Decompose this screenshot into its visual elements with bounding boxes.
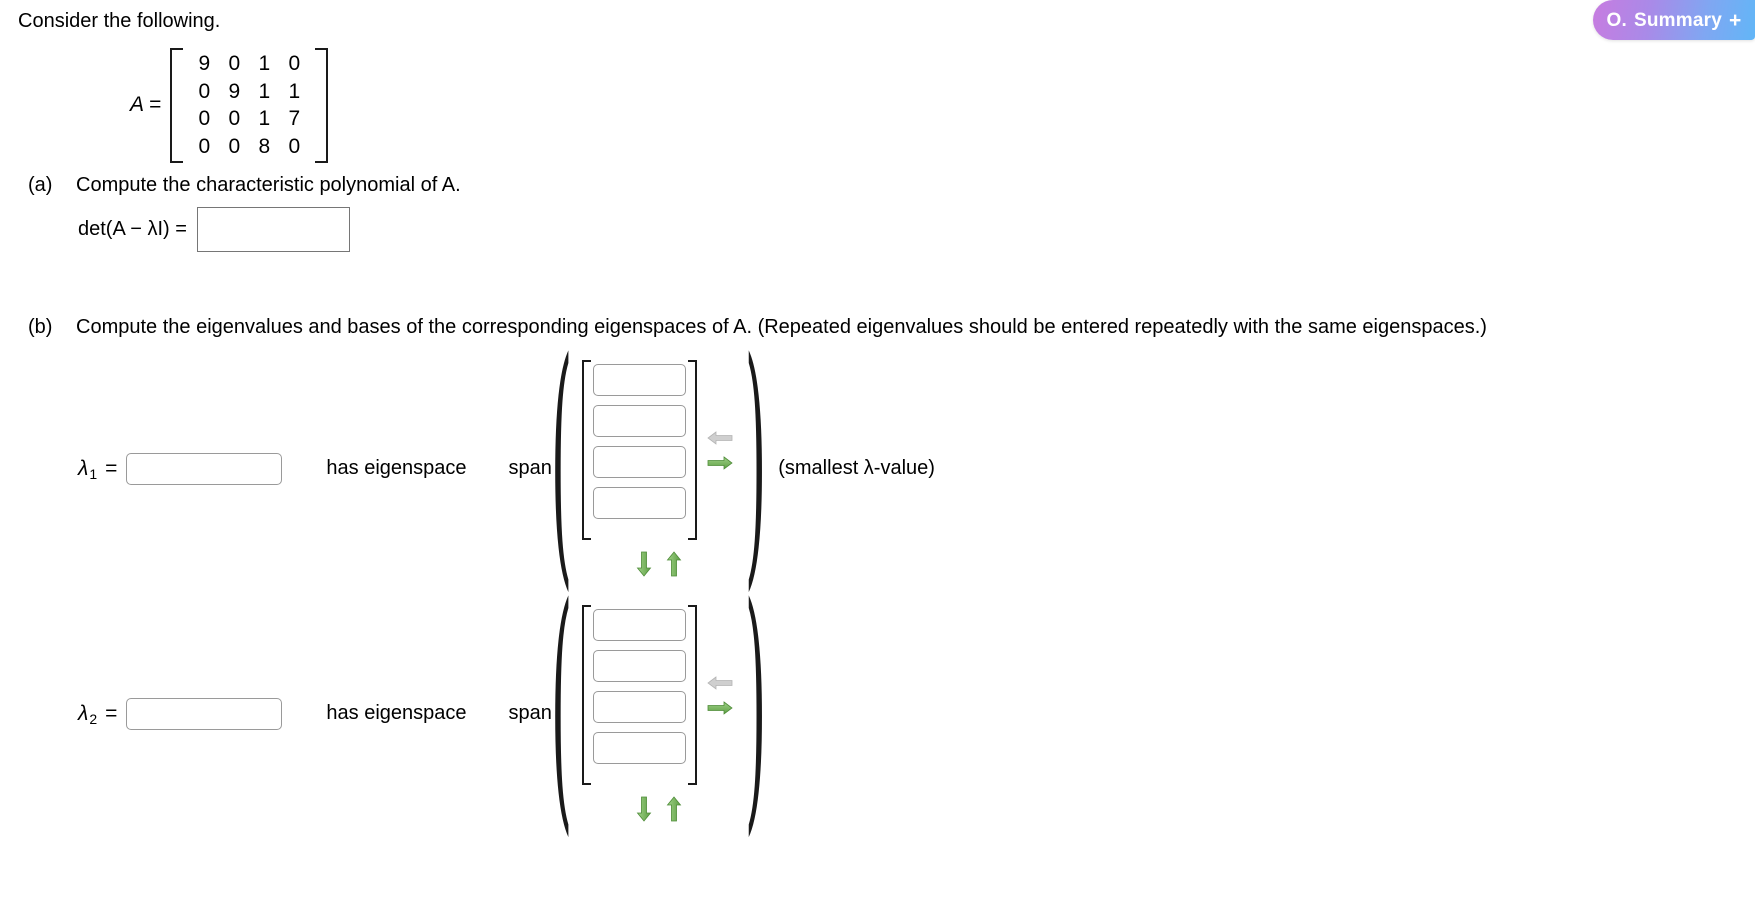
eigenvector-1-inner (582, 360, 733, 540)
det-label: det(A − λI) = (78, 218, 187, 240)
part-b-text: Compute the eigenvalues and bases of the… (76, 316, 1487, 338)
lambda-1-input[interactable] (126, 452, 283, 485)
arrow-left-icon[interactable] (707, 430, 733, 446)
matrix-row: 9 0 1 0 (189, 50, 309, 78)
matrix-cell: 0 (288, 52, 301, 75)
matrix-a: A = 9 0 1 0 0 9 1 1 0 0 1 7 0 0 8 0 (130, 48, 329, 163)
arrow-right-icon[interactable] (707, 455, 733, 471)
span-label-1: span (508, 457, 552, 479)
eigenvector-2-component-3[interactable] (593, 691, 687, 723)
summary-badge[interactable]: O. Summary + (1593, 0, 1755, 40)
summary-badge-label: Summary (1634, 9, 1722, 31)
matrix-cell: 0 (288, 135, 301, 159)
matrix-left-bracket (170, 48, 184, 163)
arrow-down-icon[interactable] (636, 551, 652, 577)
matrix-cell: 0 (198, 79, 211, 103)
matrix-cell: 1 (258, 79, 271, 103)
vector-2-bottom-arrows (636, 796, 682, 822)
arrow-left-icon[interactable] (707, 675, 733, 691)
vector-right-bracket-1 (688, 360, 698, 540)
eigenvector-2-component-4[interactable] (593, 732, 687, 764)
vector-left-bracket-1 (582, 360, 592, 540)
has-eigenspace-label-2: has eigenspace (326, 702, 467, 724)
arrow-down-icon[interactable] (636, 796, 652, 822)
vector-right-bracket-2 (688, 605, 698, 785)
vector-left-bracket-2 (582, 605, 592, 785)
matrix-rows: 9 0 1 0 0 9 1 1 0 0 1 7 0 0 8 0 (183, 48, 315, 163)
eigenvector-1-component-3[interactable] (593, 446, 687, 478)
vector-cells-2 (591, 605, 688, 785)
matrix-cell: 1 (258, 52, 271, 75)
summary-plus-icon: + (1729, 8, 1742, 32)
matrix-cell: 9 (228, 79, 241, 103)
eigenvector-2 (582, 605, 733, 822)
arrow-up-icon[interactable] (666, 551, 682, 577)
eigenvector-1-component-1[interactable] (593, 364, 687, 396)
matrix-cell: 9 (198, 52, 211, 75)
eigenvector-2-component-1[interactable] (593, 609, 687, 641)
matrix-row: 0 9 1 1 (189, 78, 309, 106)
lambda-2-label: λ 2 = (78, 701, 118, 727)
intro-text: Consider the following. (18, 10, 221, 32)
matrix-cell: 1 (288, 79, 301, 103)
matrix-right-bracket (315, 48, 329, 163)
vector-1-side-arrows (707, 360, 733, 540)
eigen-row-2: λ 2 = has eigenspace span () (78, 555, 767, 862)
part-a-label: (a) (28, 174, 53, 196)
eigenvector-2-component-2[interactable] (593, 650, 687, 682)
matrix-cell: 0 (198, 135, 211, 159)
eigenvector-2-inner (582, 605, 733, 785)
matrix-label: A = (130, 93, 162, 117)
det-answer-row: det(A − λI) = (78, 207, 350, 252)
matrix-row: 0 0 1 7 (189, 105, 309, 133)
arrow-up-icon[interactable] (666, 796, 682, 822)
det-answer-input[interactable] (196, 207, 350, 252)
matrix-cell: 1 (258, 107, 271, 131)
matrix-row: 0 0 8 0 (189, 133, 309, 161)
lambda-2-input[interactable] (126, 697, 283, 730)
has-eigenspace-label-1: has eigenspace (326, 457, 467, 479)
vector-1-bottom-arrows (636, 551, 682, 577)
matrix-cell: 0 (198, 107, 211, 131)
lambda-1-label: λ 1 = (78, 456, 118, 482)
eigenvector-1-component-2[interactable] (593, 405, 687, 437)
vector-2-side-arrows (707, 605, 733, 785)
matrix-cell: 7 (288, 107, 301, 131)
matrix-cell: 8 (258, 135, 271, 159)
arrow-right-icon[interactable] (707, 700, 733, 716)
span-label-2: span (508, 702, 552, 724)
eigen-row-1: λ 1 = has eigenspace span () (smallest … (78, 310, 935, 617)
matrix-cell: 0 (228, 52, 241, 75)
vector-cells-1 (591, 360, 688, 540)
eigenvector-1 (582, 360, 733, 577)
part-a-text: Compute the characteristic polynomial of… (76, 174, 461, 196)
matrix-cell: 0 (228, 135, 241, 159)
summary-sparkle-icon: O. (1606, 9, 1627, 31)
matrix-cell: 0 (228, 107, 241, 131)
eigenvector-1-component-4[interactable] (593, 487, 687, 519)
smallest-lambda-note: (smallest λ-value) (778, 457, 935, 479)
part-b-label: (b) (28, 316, 53, 338)
